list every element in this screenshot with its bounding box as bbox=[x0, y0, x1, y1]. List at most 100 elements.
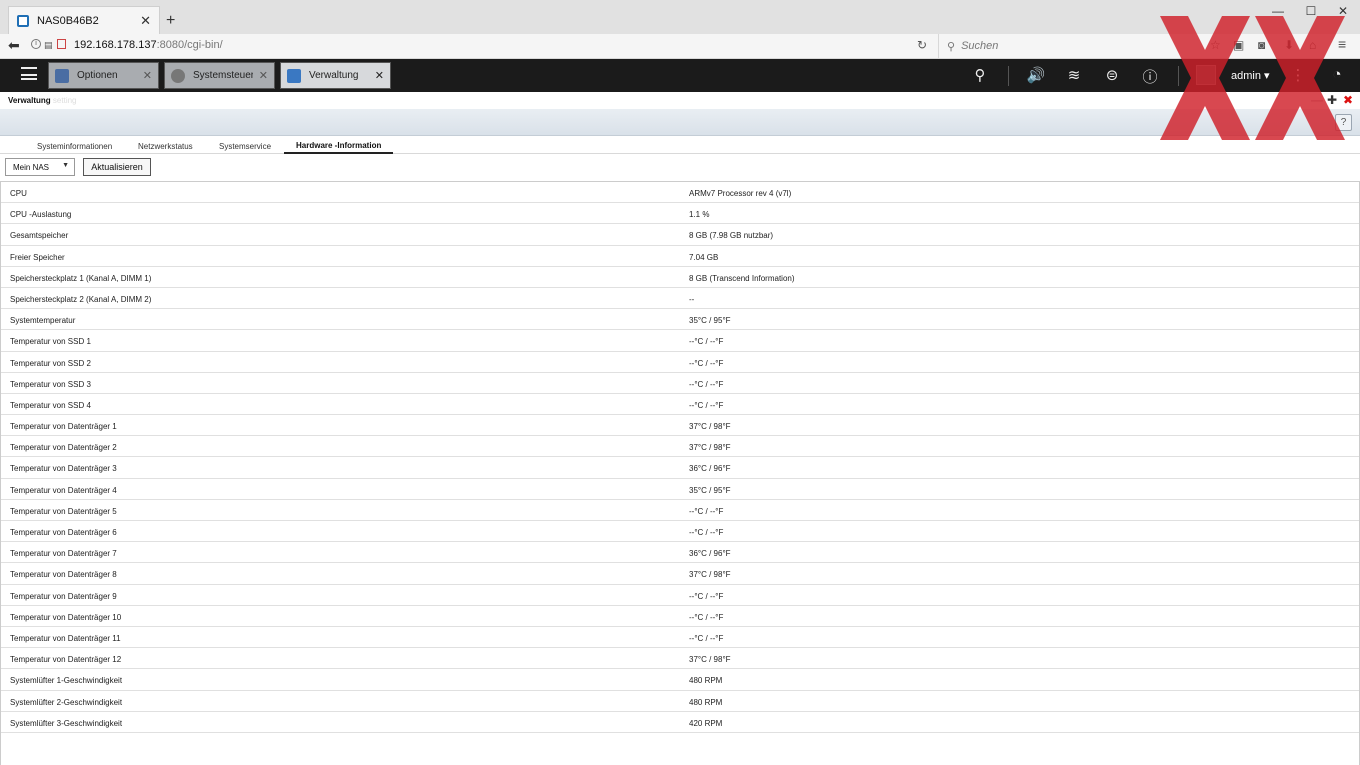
qts-taskbar: Optionen ✕ Systemsteueru... ✕ Verwaltung… bbox=[0, 59, 1360, 92]
browser-titlebar: NAS0B46B2 ✕ + — ☐ ✕ bbox=[0, 0, 1360, 34]
url-path: :8080/cgi-bin/ bbox=[156, 39, 223, 51]
insecure-lock-icon[interactable] bbox=[57, 39, 66, 49]
reload-icon[interactable]: ↻ bbox=[917, 38, 927, 52]
row-label: Temperatur von Datenträger 9 bbox=[10, 591, 117, 601]
table-row: Temperatur von SSD 4 --°C / --°F bbox=[1, 394, 1359, 416]
row-value: --°C / --°F bbox=[689, 591, 724, 601]
tab-netzwerkstatus[interactable]: Netzwerkstatus bbox=[138, 142, 193, 151]
minimize-window-icon[interactable]: — bbox=[1268, 4, 1288, 18]
row-label: Systemlüfter 3-Geschwindigkeit bbox=[10, 718, 123, 728]
background-tasks-icon[interactable]: ≋ bbox=[1063, 66, 1085, 84]
app-tab-verwaltung[interactable]: Verwaltung ✕ bbox=[280, 62, 391, 89]
row-value: --°C / --°F bbox=[689, 506, 724, 516]
table-row: Freier Speicher 7.04 GB bbox=[1, 246, 1359, 267]
browser-tab[interactable]: NAS0B46B2 ✕ bbox=[8, 6, 160, 34]
close-app-icon[interactable]: ✕ bbox=[259, 69, 268, 82]
bookmark-star-icon[interactable]: ☆ bbox=[1210, 38, 1221, 52]
row-label: Speichersteckplatz 2 (Kanal A, DIMM 2) bbox=[10, 294, 152, 304]
subtab-bar: Systeminformationen Netzwerkstatus Syste… bbox=[0, 136, 1360, 154]
new-tab-icon[interactable]: + bbox=[166, 11, 175, 31]
main-menu-icon[interactable] bbox=[21, 67, 37, 80]
row-label: Temperatur von Datenträger 6 bbox=[10, 528, 117, 537]
row-label: Speichersteckplatz 1 (Kanal A, DIMM 1) bbox=[10, 273, 152, 283]
external-devices-icon[interactable]: ⊜ bbox=[1101, 66, 1123, 84]
chevron-down-icon: ▼ bbox=[62, 162, 69, 169]
row-value: 1.1 % bbox=[689, 210, 710, 220]
row-value: 37°C / 98°F bbox=[689, 443, 731, 453]
back-arrow-icon[interactable]: ⬅ bbox=[8, 37, 20, 54]
table-row: Temperatur von Datenträger 3 36°C / 96°F bbox=[1, 457, 1359, 479]
browser-navbar: ⬅ i ▤ 192.168.178.137:8080/cgi-bin/ ↻ ⚲ … bbox=[0, 34, 1360, 59]
dashboard-icon[interactable]: ◔ bbox=[1326, 66, 1348, 83]
window-title-text: Verwaltung bbox=[8, 96, 51, 105]
row-label: Temperatur von Datenträger 7 bbox=[10, 549, 117, 559]
table-row: Systemtemperatur 35°C / 95°F bbox=[1, 309, 1359, 331]
app-tab-optionen[interactable]: Optionen ✕ bbox=[48, 62, 159, 89]
row-value: 480 RPM bbox=[689, 697, 723, 707]
library-icon[interactable]: ▣ bbox=[1233, 38, 1244, 52]
table-row: Temperatur von SSD 2 --°C / --°F bbox=[1, 352, 1359, 373]
row-label: Temperatur von Datenträger 2 bbox=[10, 443, 117, 453]
row-value: 480 RPM bbox=[689, 676, 723, 686]
download-icon[interactable]: ⬇ bbox=[1284, 38, 1294, 52]
search-placeholder: Suchen bbox=[961, 40, 999, 52]
close-app-window-icon[interactable]: ✖ bbox=[1343, 93, 1353, 107]
table-row: Temperatur von SSD 3 --°C / --°F bbox=[1, 373, 1359, 394]
page-actions-icon[interactable]: ▤ bbox=[44, 40, 53, 51]
table-row: Systemlüfter 1-Geschwindigkeit 480 RPM bbox=[1, 669, 1359, 691]
info-icon[interactable]: ⓘ bbox=[1139, 66, 1161, 87]
row-value: --°C / --°F bbox=[689, 528, 724, 537]
volume-icon[interactable]: 🔊 bbox=[1025, 66, 1047, 84]
row-value: 36°C / 96°F bbox=[689, 464, 731, 474]
nas-selector[interactable]: Mein NAS ▼ bbox=[5, 158, 75, 176]
site-info-icon[interactable]: i bbox=[31, 39, 41, 49]
tab-systeminformationen[interactable]: Systeminformationen bbox=[37, 142, 112, 151]
close-window-icon[interactable]: ✕ bbox=[1333, 4, 1353, 18]
user-avatar-icon[interactable] bbox=[1196, 65, 1216, 85]
search-icon[interactable]: ⚲ bbox=[969, 66, 991, 84]
search-icon: ⚲ bbox=[947, 40, 956, 53]
monitor-app-icon bbox=[287, 68, 301, 83]
app-tab-systemsteuerung[interactable]: Systemsteueru... ✕ bbox=[164, 62, 275, 89]
search-input[interactable]: ⚲ Suchen bbox=[938, 34, 1198, 58]
tab-systemservice[interactable]: Systemservice bbox=[219, 142, 271, 151]
row-label: Temperatur von Datenträger 5 bbox=[10, 506, 117, 516]
maximize-window-icon[interactable]: ☐ bbox=[1301, 4, 1321, 18]
row-label: Temperatur von Datenträger 1 bbox=[10, 422, 117, 432]
table-row: Speichersteckplatz 2 (Kanal A, DIMM 2) -- bbox=[1, 288, 1359, 310]
window-subtitle: setting bbox=[52, 96, 77, 105]
tab-hardware-information[interactable]: Hardware -Information bbox=[284, 141, 394, 154]
row-value: 37°C / 98°F bbox=[689, 570, 731, 580]
row-label: Temperatur von Datenträger 11 bbox=[10, 633, 121, 643]
user-menu[interactable]: admin ▾ bbox=[1231, 69, 1270, 82]
menu-icon[interactable]: ≡ bbox=[1338, 36, 1346, 52]
row-value: 7.04 GB bbox=[689, 252, 719, 262]
table-row: Temperatur von Datenträger 10 --°C / --°F bbox=[1, 606, 1359, 627]
table-row: Temperatur von Datenträger 9 --°C / --°F bbox=[1, 585, 1359, 606]
help-button[interactable]: ? bbox=[1335, 114, 1352, 131]
more-options-icon[interactable]: ⋮ bbox=[1287, 66, 1309, 84]
table-row: Temperatur von Datenträger 5 --°C / --°F bbox=[1, 500, 1359, 521]
row-value: 35°C / 95°F bbox=[689, 485, 731, 495]
close-app-icon[interactable]: ✕ bbox=[143, 69, 152, 82]
row-value: ARMv7 Processor rev 4 (v7l) bbox=[689, 189, 792, 198]
window-title: Verwaltung setting bbox=[8, 96, 77, 105]
home-icon[interactable]: ⌂ bbox=[1309, 38, 1316, 52]
close-tab-icon[interactable]: ✕ bbox=[140, 13, 151, 29]
url-host: 192.168.178.137 bbox=[74, 39, 157, 51]
table-row: Systemlüfter 3-Geschwindigkeit 420 RPM bbox=[1, 712, 1359, 733]
table-row: Temperatur von Datenträger 12 37°C / 98°F bbox=[1, 648, 1359, 670]
minimize-app-icon[interactable]: — bbox=[1311, 93, 1323, 107]
address-bar[interactable]: 192.168.178.137:8080/cgi-bin/ bbox=[74, 39, 223, 51]
pocket-icon[interactable]: ◙ bbox=[1258, 38, 1265, 52]
row-label: Systemlüfter 1-Geschwindigkeit bbox=[10, 676, 123, 686]
refresh-button[interactable]: Aktualisieren bbox=[83, 158, 151, 176]
row-value: --°C / --°F bbox=[689, 337, 724, 347]
row-value: --°C / --°F bbox=[689, 358, 724, 368]
table-row: Temperatur von SSD 1 --°C / --°F bbox=[1, 330, 1359, 352]
app-tab-label: Systemsteueru... bbox=[193, 70, 253, 81]
close-app-icon[interactable]: ✕ bbox=[375, 69, 384, 82]
row-label: Temperatur von SSD 4 bbox=[10, 400, 91, 410]
row-value: 8 GB (Transcend Information) bbox=[689, 273, 795, 283]
maximize-app-icon[interactable]: ✚ bbox=[1327, 93, 1337, 107]
